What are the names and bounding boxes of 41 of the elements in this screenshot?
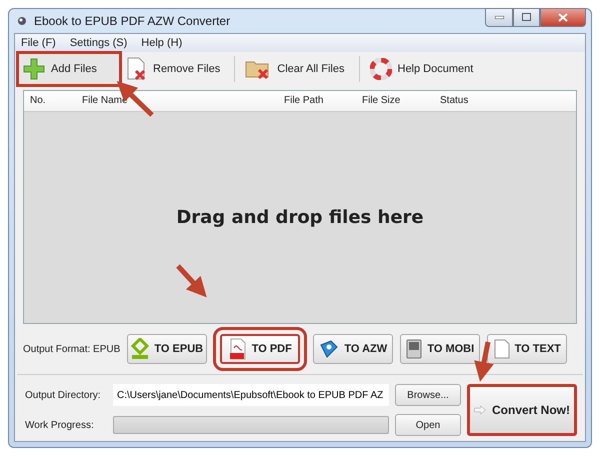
output-format-label: Output Format: EPUB: [23, 344, 120, 354]
app-icon: [16, 15, 28, 27]
minimize-button[interactable]: [485, 8, 513, 26]
toolbar-button[interactable]: Add Files: [19, 54, 119, 84]
document-icon: [494, 339, 510, 359]
document-delete-icon: [125, 57, 147, 81]
lifebuoy-icon: [370, 58, 392, 80]
column-header[interactable]: No.: [24, 91, 76, 111]
device-icon: [406, 339, 422, 359]
work-progress-label: Work Progress:: [25, 420, 95, 430]
menu-item[interactable]: Help (H): [141, 36, 182, 50]
directory-field[interactable]: C:\Users\jane\Documents\Epubsoft\Ebook to EPUB PDF AZ: [113, 384, 389, 406]
toolbar-button[interactable]: Remove Files: [121, 54, 228, 84]
pdf-icon: [228, 338, 247, 360]
convert-button[interactable]: Convert Now!: [467, 384, 577, 436]
close-icon: [558, 12, 568, 22]
drop-hint: Drag and drop files here: [176, 207, 424, 228]
maximize-button[interactable]: [513, 8, 540, 26]
annotation-arrow: [474, 342, 494, 382]
annotation-arrow: [176, 264, 207, 298]
open-button[interactable]: Open: [395, 414, 461, 436]
column-header[interactable]: File Size: [356, 91, 434, 111]
window-title: Ebook to EPUB PDF AZW Converter: [34, 14, 232, 28]
plus-icon: [23, 58, 45, 80]
format-button[interactable]: TO MOBI: [400, 334, 480, 364]
column-header[interactable]: File Path: [278, 91, 356, 111]
maximize-icon: [522, 13, 531, 21]
book-icon: [319, 339, 340, 359]
browse-button[interactable]: Browse...: [395, 384, 461, 406]
format-button[interactable]: TO TEXT: [487, 334, 568, 364]
menu-item[interactable]: Settings (S): [70, 36, 128, 50]
toolbar-button[interactable]: Help Document: [366, 54, 482, 84]
epub-icon: [131, 338, 150, 360]
menu-item[interactable]: File (F): [21, 36, 56, 50]
toolbar-button[interactable]: Clear All Files: [241, 54, 352, 84]
minimize-icon: [494, 16, 504, 18]
format-button[interactable]: TO AZW: [313, 334, 394, 364]
close-button[interactable]: [540, 8, 586, 26]
output-directory-label: Output Directory:: [25, 390, 102, 400]
column-header[interactable]: Status: [434, 91, 576, 111]
format-button[interactable]: TO EPUB: [127, 334, 208, 364]
